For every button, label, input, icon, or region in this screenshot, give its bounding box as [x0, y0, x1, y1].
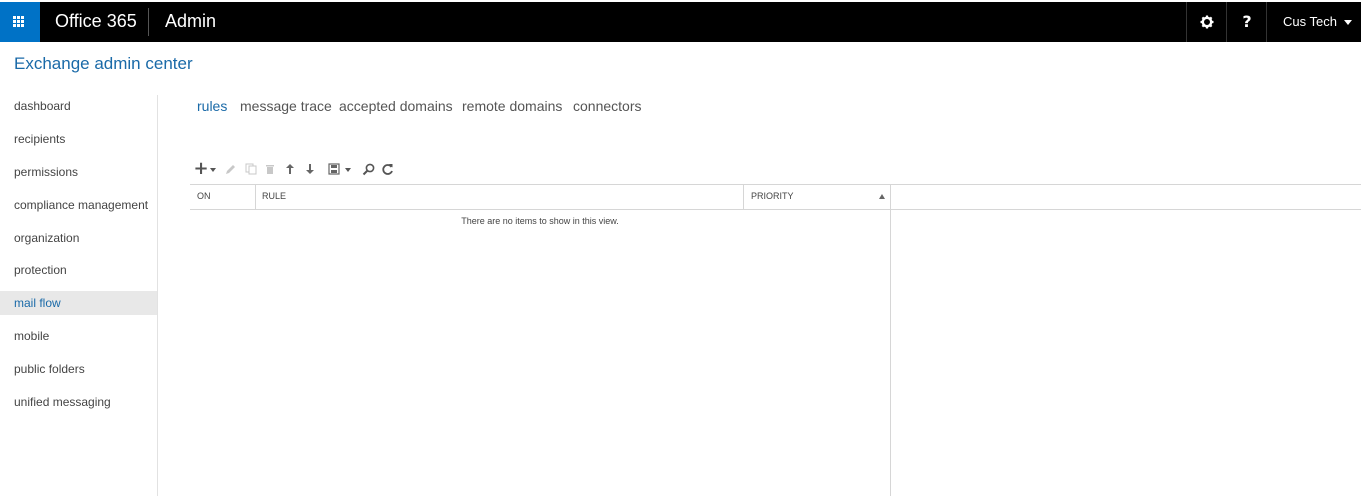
top-bar: Office 365 Admin ? Cus Tech — [0, 2, 1361, 42]
nav-item-unified-messaging[interactable]: unified messaging — [0, 390, 157, 414]
copy-icon[interactable] — [243, 160, 259, 178]
nav-item-label: dashboard — [14, 99, 71, 113]
nav-item-label: mail flow — [14, 296, 61, 310]
app-launcher-button[interactable] — [0, 2, 40, 42]
topbar-divider — [148, 8, 149, 36]
arrow-down-icon[interactable] — [302, 160, 318, 178]
nav-item-label: unified messaging — [14, 395, 111, 409]
nav-divider — [157, 95, 158, 496]
help-button[interactable]: ? — [1227, 2, 1267, 42]
user-menu-button[interactable]: Cus Tech — [1283, 14, 1337, 29]
nav-item-label: protection — [14, 263, 67, 277]
edit-icon[interactable] — [223, 160, 239, 178]
chevron-down-icon[interactable] — [1344, 20, 1352, 25]
nav-item-protection[interactable]: protection — [0, 258, 157, 282]
column-separator[interactable] — [743, 185, 744, 209]
nav-item-label: compliance management — [14, 198, 149, 212]
page-title: Exchange admin center — [14, 54, 193, 73]
grid-border — [190, 184, 1361, 185]
chevron-down-icon[interactable] — [345, 168, 351, 172]
brand-label[interactable]: Office 365 — [55, 11, 137, 32]
nav-item-public-folders[interactable]: public folders — [0, 357, 157, 381]
nav-item-label: public folders — [14, 362, 85, 376]
column-header-on[interactable]: ON — [197, 191, 211, 201]
gear-icon — [1200, 15, 1214, 29]
nav-item-label: organization — [14, 231, 80, 245]
sort-ascending-icon — [879, 194, 885, 199]
nav-item-label: mobile — [14, 329, 50, 343]
tab-accepted-domains[interactable]: accepted domains — [339, 98, 453, 114]
tab-rules[interactable]: rules — [197, 98, 227, 114]
nav-item-mail-flow[interactable]: mail flow — [0, 291, 157, 315]
tab-message-trace[interactable]: message trace — [240, 98, 332, 114]
nav-item-recipients[interactable]: recipients — [0, 127, 157, 151]
nav-item-permissions[interactable]: permissions — [0, 160, 157, 184]
nav-item-label: permissions — [14, 165, 79, 179]
app-name-label: Admin — [165, 11, 217, 31]
nav-item-compliance-management[interactable]: compliance management — [0, 193, 157, 217]
arrow-up-icon[interactable] — [282, 160, 298, 178]
help-icon: ? — [1242, 12, 1252, 31]
waffle-icon — [13, 16, 25, 28]
tab-connectors[interactable]: connectors — [573, 98, 641, 114]
refresh-icon[interactable] — [379, 160, 395, 178]
nav-item-organization[interactable]: organization — [0, 226, 157, 250]
nav-item-label: recipients — [14, 132, 66, 146]
save-icon[interactable] — [326, 160, 342, 178]
nav-item-dashboard[interactable]: dashboard — [0, 94, 157, 118]
plus-icon[interactable]: + — [193, 160, 209, 178]
details-pane-divider — [890, 185, 891, 496]
empty-list-message: There are no items to show in this view. — [461, 216, 619, 226]
column-header-priority[interactable]: PRIORITY — [751, 191, 794, 201]
delete-icon[interactable] — [262, 160, 278, 178]
topbar-divider — [1266, 2, 1267, 42]
column-header-rule[interactable]: RULE — [262, 191, 286, 201]
chevron-down-icon[interactable] — [210, 168, 216, 172]
search-icon[interactable] — [360, 160, 376, 178]
settings-button[interactable] — [1187, 2, 1227, 42]
column-separator[interactable] — [255, 185, 256, 209]
grid-header-border — [190, 209, 1361, 210]
tab-remote-domains[interactable]: remote domains — [462, 98, 562, 114]
nav-item-mobile[interactable]: mobile — [0, 324, 157, 348]
